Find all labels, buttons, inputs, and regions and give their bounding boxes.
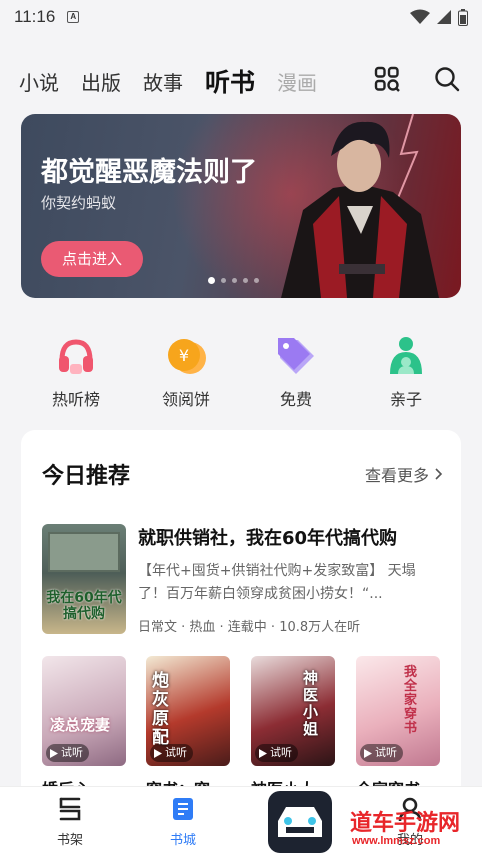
carousel-dot	[254, 278, 259, 283]
play-icon	[364, 748, 372, 758]
tab-novel[interactable]: 小说	[19, 67, 59, 96]
tab-story[interactable]: 故事	[143, 67, 183, 96]
see-more-link[interactable]: 查看更多	[365, 462, 443, 486]
quick-entry-coin[interactable]: ¥ 领阅饼	[146, 334, 226, 410]
book-cover[interactable]: 我全家穿书 试听	[356, 656, 440, 766]
status-indicators	[410, 8, 468, 26]
try-listen-badge[interactable]: 试听	[255, 744, 298, 762]
book-cover[interactable]: 炮灰原配 试听	[146, 656, 230, 766]
try-listen-badge[interactable]: 试听	[46, 744, 89, 762]
bottom-nav-bookshelf[interactable]: 书架	[30, 795, 110, 848]
play-icon	[154, 748, 162, 758]
book-cover[interactable]: 凌总宠妻 试听	[42, 656, 126, 766]
book-cover-text: 我全家穿书	[404, 665, 418, 736]
quick-entry-hot[interactable]: 热听榜	[36, 334, 116, 410]
play-icon	[259, 748, 267, 758]
svg-text:¥: ¥	[179, 346, 189, 365]
bookshelf-icon	[59, 797, 81, 821]
car-logo-icon	[278, 807, 322, 837]
watermark-url: www.lmmsz.com	[352, 835, 441, 847]
promo-banner[interactable]: 都觉醒恶魔法则了 你契约蚂蚁 点击进入	[21, 114, 461, 298]
featured-book-description: 【年代+囤货+供销社代购+发家致富】 天塌了！百万年薪白领穿成贫困小捞女！“..…	[138, 563, 416, 602]
bottom-nav-bookstore[interactable]: 书城	[143, 795, 223, 848]
quick-entry-label: 热听榜	[51, 390, 100, 409]
search-icon[interactable]	[434, 66, 460, 92]
notification-icon: A	[67, 11, 80, 23]
today-recommend-card: 今日推荐 查看更多 我在60年代搞代购 就职供销社，我在60年代搞代购 【年代+…	[21, 430, 461, 830]
bookstore-icon	[173, 798, 193, 820]
featured-book-meta: 日常文 · 热血 · 连载中 · 10.8万人在听	[138, 620, 361, 635]
banner-title: 都觉醒恶魔法则了	[41, 157, 257, 188]
bottom-nav-label: 书架	[56, 833, 83, 848]
book-cover-text: 炮灰原配	[152, 671, 169, 748]
bottom-nav: 书架 书城 我的 道车手游网 www.lmmsz.com	[0, 786, 482, 856]
quick-entry-label: 亲子	[389, 390, 422, 409]
book-cover[interactable]: 神医小姐 试听	[251, 656, 335, 766]
status-time: 11:16	[14, 7, 56, 26]
chevron-right-icon	[435, 468, 443, 480]
carousel-dot	[232, 278, 237, 283]
parent-child-icon	[384, 334, 428, 378]
watermark-logo	[268, 791, 332, 853]
banner-enter-button[interactable]: 点击进入	[41, 241, 143, 277]
coin-icon: ¥	[164, 334, 208, 378]
carousel-indicator	[208, 277, 259, 284]
featured-book-cover[interactable]: 我在60年代搞代购	[42, 524, 126, 634]
book-cover-text: 神医小姐	[303, 669, 319, 738]
tab-comic[interactable]: 漫画	[277, 67, 317, 96]
book-cover-text: 凌总宠妻	[50, 716, 111, 734]
quick-entry-label: 免费	[279, 390, 312, 409]
try-listen-label: 试听	[375, 746, 397, 759]
featured-cover-text: 我在60年代搞代购	[46, 590, 122, 622]
bottom-nav-label: 书城	[169, 833, 196, 848]
quick-entry-label: 领阅饼	[161, 390, 210, 409]
try-listen-label: 试听	[270, 746, 292, 759]
section-title: 今日推荐	[42, 464, 131, 489]
carousel-dot	[208, 277, 215, 284]
status-bar: 11:16 A	[0, 0, 482, 34]
carousel-dot	[243, 278, 248, 283]
tag-icon	[274, 334, 318, 378]
quick-entry-free[interactable]: 免费	[256, 334, 336, 410]
try-listen-label: 试听	[165, 746, 187, 759]
battery-icon	[458, 8, 468, 26]
categories-grid-icon[interactable]	[374, 66, 400, 92]
wifi-icon	[410, 9, 430, 24]
carousel-dot	[221, 278, 226, 283]
featured-book-title[interactable]: 就职供销社，我在60年代搞代购	[138, 524, 443, 550]
try-listen-label: 试听	[61, 746, 83, 759]
try-listen-badge[interactable]: 试听	[360, 744, 403, 762]
quick-entry-family[interactable]: 亲子	[366, 334, 446, 410]
signal-icon	[437, 10, 451, 24]
tab-audiobook[interactable]: 听书	[205, 63, 255, 99]
category-tabs: 小说 出版 故事 听书 漫画	[0, 56, 482, 106]
tab-publish[interactable]: 出版	[81, 67, 121, 96]
try-listen-badge[interactable]: 试听	[150, 744, 193, 762]
banner-subtitle: 你契约蚂蚁	[41, 194, 117, 212]
see-more-label: 查看更多	[364, 466, 429, 485]
headphones-icon	[54, 334, 98, 378]
watermark-text: 道车手游网	[350, 811, 461, 836]
play-icon	[50, 748, 58, 758]
